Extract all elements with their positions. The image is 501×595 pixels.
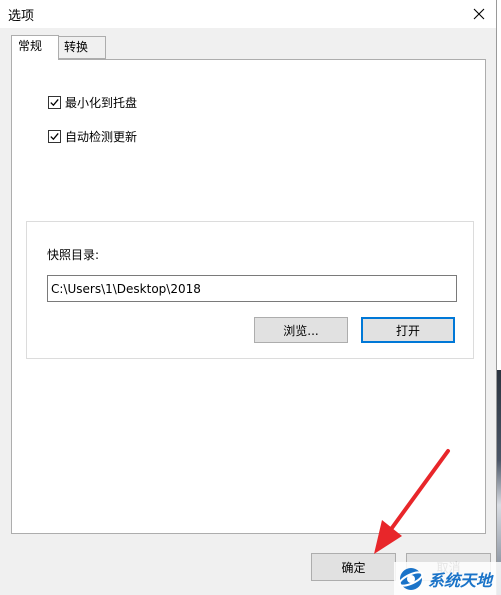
tab-general-label: 常规 <box>18 39 43 53</box>
watermark-text: 系统天地 <box>428 570 493 590</box>
close-button[interactable] <box>462 0 496 28</box>
watermark: 系统天地 <box>394 562 501 595</box>
minimize-to-tray-checkbox[interactable] <box>48 95 61 109</box>
minimize-to-tray-option[interactable]: 最小化到托盘 <box>48 94 137 110</box>
open-button[interactable]: 打开 <box>361 317 455 343</box>
tab-convert[interactable]: 转换 <box>58 36 106 59</box>
auto-check-update-label: 自动检测更新 <box>65 129 138 144</box>
checkmark-icon <box>50 132 59 140</box>
browse-button[interactable]: 浏览... <box>254 317 348 343</box>
auto-check-update-option[interactable]: 自动检测更新 <box>48 128 137 144</box>
tab-general[interactable]: 常规 <box>11 35 59 60</box>
close-icon <box>473 8 485 20</box>
snapshot-dir-input[interactable] <box>47 275 457 302</box>
title-bar: 选项 <box>0 0 496 28</box>
checkmark-icon <box>50 98 59 106</box>
auto-check-update-checkbox[interactable] <box>48 129 61 143</box>
window-title: 选项 <box>8 9 35 24</box>
red-arrow-icon <box>374 449 450 554</box>
snapshot-directory-group: 快照目录: 浏览... 打开 <box>26 221 474 359</box>
tab-convert-label: 转换 <box>64 40 89 54</box>
globe-logo-icon <box>398 567 424 590</box>
minimize-to-tray-label: 最小化到托盘 <box>65 95 138 110</box>
snapshot-dir-label: 快照目录: <box>47 248 100 262</box>
